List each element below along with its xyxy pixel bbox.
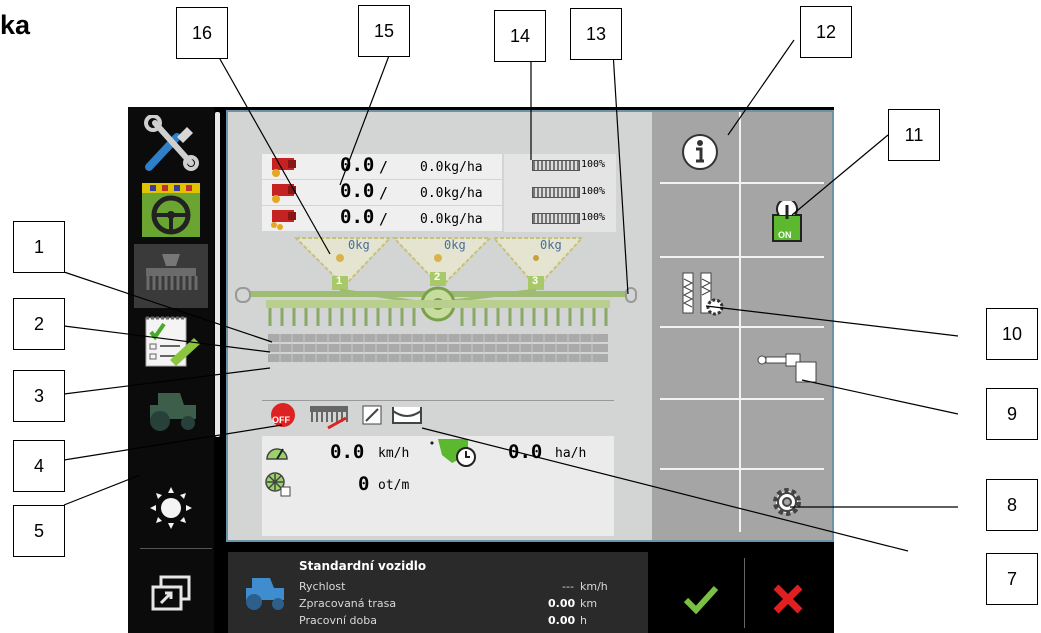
callout-14: 14 xyxy=(494,10,546,62)
fan-rpm-icon xyxy=(265,472,291,497)
tank-2-rate: 0.0kg/ha xyxy=(420,186,483,201)
document-icon xyxy=(362,405,382,425)
tank-row-3: 0.0 / 0.0kg/ha xyxy=(262,206,502,231)
button-divider xyxy=(744,558,745,628)
vehicle-row-value: --- xyxy=(562,580,574,593)
confirm-button[interactable] xyxy=(673,575,729,623)
rpm-value: 0 xyxy=(358,473,370,495)
callout-10: 10 xyxy=(986,308,1038,360)
seeder-off-icon xyxy=(310,406,348,430)
hopper-1-kg: 0kg xyxy=(348,238,370,252)
vehicle-row-label: Rychlost xyxy=(299,580,346,593)
vehicle-tractor-icon xyxy=(246,578,284,610)
tractor-icon[interactable] xyxy=(134,376,208,440)
vehicle-name: Standardní vozidlo xyxy=(299,559,427,573)
vehicle-row-value: 0.00 xyxy=(548,597,576,610)
brightness-icon[interactable] xyxy=(134,476,208,540)
fill-percent-1: 100% xyxy=(581,159,606,170)
tank-3-value: 0.0 xyxy=(340,206,375,228)
tank-3-rate: 0.0kg/ha xyxy=(420,212,483,227)
status-divider xyxy=(262,400,614,401)
vehicle-row-unit: h xyxy=(580,614,587,627)
callout-7: 7 xyxy=(986,553,1038,605)
callout-16: 16 xyxy=(176,7,228,59)
vehicle-row-value: 0.00 xyxy=(548,614,576,627)
area-unit: ha/h xyxy=(555,446,587,461)
hopper-1-number: 1 xyxy=(336,275,343,287)
callout-5: 5 xyxy=(13,505,65,557)
callout-11: 11 xyxy=(888,109,940,161)
steering-icon[interactable] xyxy=(134,178,208,242)
hopper-3-kg: 0kg xyxy=(540,238,562,252)
speedometer-icon xyxy=(266,448,288,460)
power-on-icon: ON xyxy=(767,201,807,247)
tank-1-value: 0.0 xyxy=(340,154,375,176)
settings-button[interactable] xyxy=(742,468,832,536)
tasks-icon[interactable] xyxy=(134,310,208,374)
switch-window-icon[interactable] xyxy=(134,562,208,626)
vehicle-row-unit: km/h xyxy=(580,580,608,593)
tank-2-icon xyxy=(272,184,296,203)
callout-8: 8 xyxy=(986,479,1038,531)
tank-1-icon xyxy=(272,158,296,177)
sidebar-divider xyxy=(140,548,212,549)
tank-3-icon xyxy=(271,210,296,230)
tools-icon[interactable] xyxy=(134,112,208,176)
sidebar-scrollbar[interactable] xyxy=(215,112,220,437)
area-value: 0.0 xyxy=(508,441,543,463)
callout-13: 13 xyxy=(570,8,622,60)
callout-15: 15 xyxy=(358,5,410,57)
tank-1-rate: 0.0kg/ha xyxy=(420,160,483,175)
vehicle-row-label: Pracovní doba xyxy=(299,614,377,627)
cancel-button[interactable] xyxy=(760,575,816,623)
tramline-button[interactable] xyxy=(655,260,745,328)
tank-2-slash: / xyxy=(379,184,389,202)
tank-row-2: 0.0 / 0.0kg/ha xyxy=(262,180,502,205)
hopper-lid-icon xyxy=(392,407,422,424)
callout-12: 12 xyxy=(800,6,852,58)
fill-percent-3: 100% xyxy=(581,212,606,223)
seeder-icon[interactable] xyxy=(134,244,208,308)
fill-percent-2: 100% xyxy=(581,186,606,197)
hydraulic-button[interactable] xyxy=(742,334,832,402)
tank-3-slash: / xyxy=(379,210,389,228)
hopper-2-number: 2 xyxy=(434,271,441,283)
tank-1-slash: / xyxy=(379,158,389,176)
callout-1: 1 xyxy=(13,221,65,273)
power-on-button[interactable]: ON xyxy=(742,190,832,258)
off-switch-icon: OFF xyxy=(271,403,295,427)
gear-icon xyxy=(773,488,801,516)
fill-meter-3 xyxy=(532,213,580,224)
seeder-diagram xyxy=(235,237,637,362)
rpm-unit: ot/m xyxy=(378,478,410,493)
callout-9: 9 xyxy=(986,388,1038,440)
speed-unit: km/h xyxy=(378,446,410,461)
vehicle-row-label: Zpracovaná trasa xyxy=(299,597,397,610)
speed-value: 0.0 xyxy=(330,441,365,463)
callout-4: 4 xyxy=(13,440,65,492)
tank-2-value: 0.0 xyxy=(340,180,375,202)
hopper-3-number: 3 xyxy=(532,275,539,287)
tank-row-1: 0.0 / 0.0kg/ha xyxy=(262,154,502,179)
close-icon xyxy=(773,584,803,614)
fill-meter-2 xyxy=(532,187,580,198)
page-heading: ka xyxy=(0,10,31,40)
vehicle-row-unit: km xyxy=(580,597,598,610)
hopper-2-kg: 0kg xyxy=(444,238,466,252)
hydraulic-cylinder-icon xyxy=(757,353,817,383)
info-button[interactable] xyxy=(655,118,745,186)
checkmark-icon xyxy=(683,585,719,614)
area-rate-icon xyxy=(430,439,476,467)
callout-3: 3 xyxy=(13,370,65,422)
fill-meter-1 xyxy=(532,160,580,171)
callout-2: 2 xyxy=(13,298,65,350)
info-icon xyxy=(682,134,718,170)
tramline-icon xyxy=(682,272,724,316)
